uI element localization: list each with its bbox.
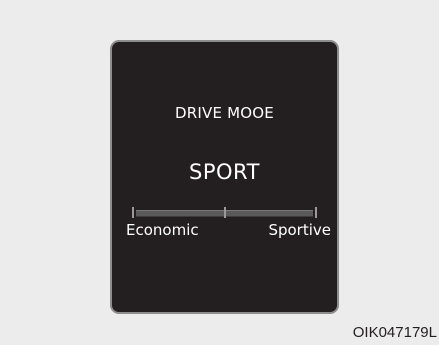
gauge-tick-center bbox=[224, 207, 226, 218]
gauge-label-economic: Economic bbox=[126, 221, 199, 239]
gauge-tick-right bbox=[315, 207, 317, 218]
mode-gauge bbox=[132, 207, 317, 219]
drive-mode-title: DRIVE MOOE bbox=[175, 104, 274, 122]
gauge-label-sportive: Sportive bbox=[268, 221, 331, 239]
image-code: OIK047179L bbox=[352, 324, 437, 341]
drive-mode-value: SPORT bbox=[189, 160, 260, 184]
gauge-tick-left bbox=[132, 207, 134, 218]
cluster-display: DRIVE MOOE SPORT Economic Sportive bbox=[110, 40, 339, 314]
